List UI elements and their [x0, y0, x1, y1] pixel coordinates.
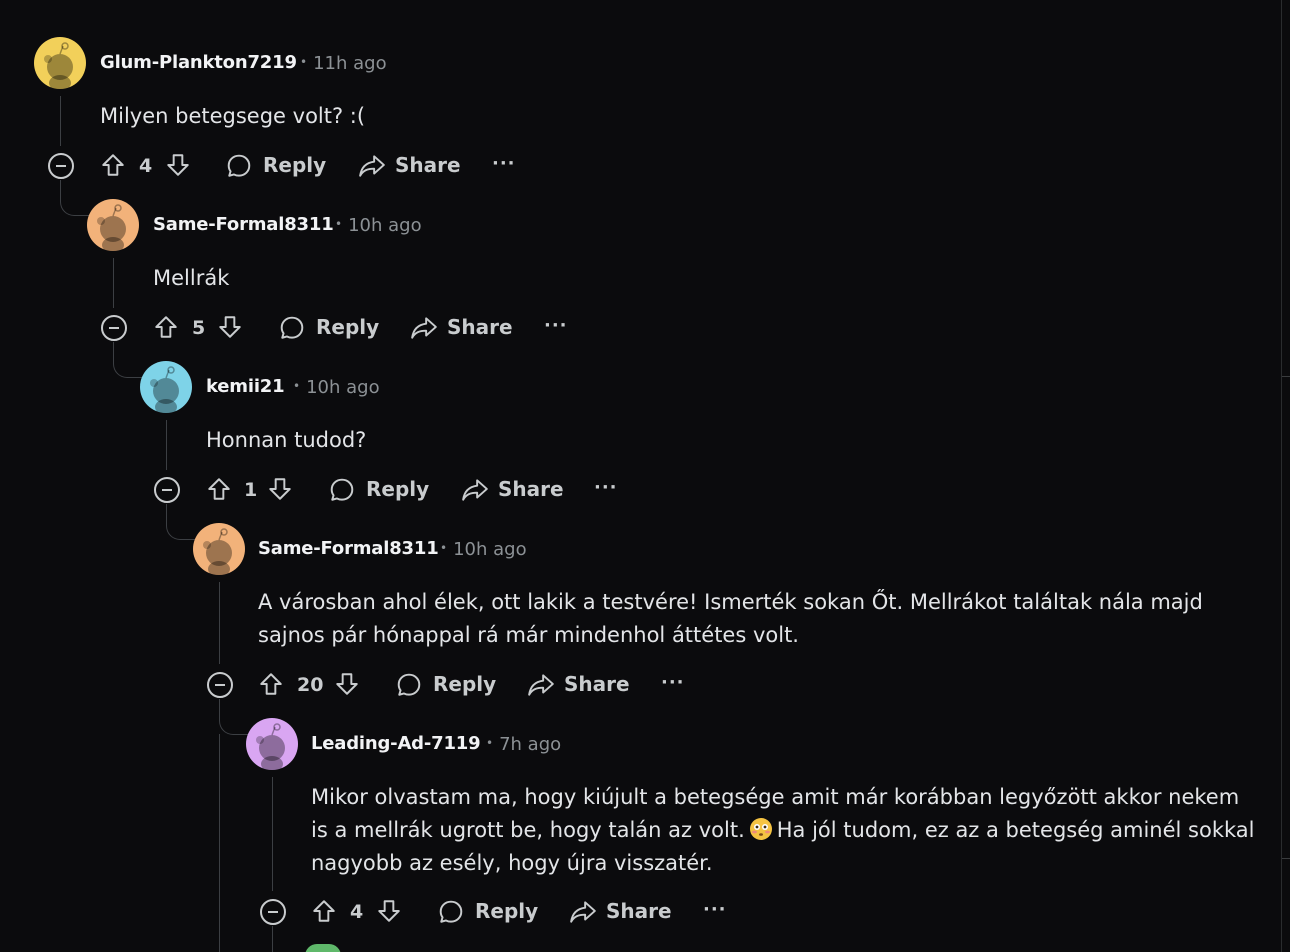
downvote-icon[interactable] [217, 314, 243, 340]
share-label: Share [606, 899, 672, 923]
share-icon [569, 899, 597, 925]
comment-body: Mellrák [153, 266, 230, 290]
comment-timestamp: • 10h ago [440, 539, 527, 560]
reply-label: Reply [433, 672, 497, 696]
scrollbar-marker [1282, 376, 1290, 377]
thread-line [113, 258, 114, 308]
share-button[interactable]: Share [461, 474, 564, 506]
reply-label: Reply [475, 899, 539, 923]
scrollbar-marker [1282, 858, 1290, 859]
thread-line [219, 734, 220, 952]
more-options-button[interactable]: ··· [492, 153, 516, 174]
reply-label: Reply [366, 477, 430, 501]
comment-author[interactable]: Same-Formal8311 [153, 214, 334, 235]
comment-timestamp: • 10h ago [335, 215, 422, 236]
reply-button[interactable]: Reply [438, 896, 538, 928]
reply-button[interactable]: Reply [279, 312, 379, 344]
more-options-button[interactable]: ··· [703, 899, 727, 920]
share-label: Share [395, 153, 461, 177]
downvote-icon[interactable] [334, 671, 360, 697]
thread-elbow [166, 504, 195, 540]
reply-button[interactable]: Reply [329, 474, 429, 506]
comment-body-line: nagyobb az esély, hogy újra visszatér. [311, 851, 713, 875]
reply-label: Reply [316, 315, 380, 339]
reply-button[interactable]: Reply [226, 150, 326, 182]
vote-count: 1 [244, 479, 258, 501]
comment-author[interactable]: Glum-Plankton7219 [100, 52, 297, 73]
upvote-icon[interactable] [258, 671, 284, 697]
share-icon [358, 153, 386, 179]
share-button[interactable]: Share [410, 312, 513, 344]
vote-count: 5 [192, 317, 206, 339]
comment-author[interactable]: kemii21 [206, 376, 285, 397]
reply-icon [329, 477, 355, 503]
comment-body: Milyen betegsege volt? :( [100, 104, 366, 128]
thread-elbow [60, 180, 89, 216]
thread-line [166, 420, 167, 470]
thread-line [219, 582, 220, 664]
thread-elbow [219, 699, 248, 735]
share-label: Share [498, 477, 564, 501]
share-icon [527, 672, 555, 698]
reply-icon [396, 672, 422, 698]
comment-author[interactable]: Same-Formal8311 [258, 538, 439, 559]
thread-line [60, 96, 61, 146]
vote-count: 4 [139, 155, 153, 177]
collapse-thread-button[interactable] [154, 477, 180, 503]
share-label: Share [564, 672, 630, 696]
upvote-icon[interactable] [100, 152, 126, 178]
collapse-thread-button[interactable] [101, 315, 127, 341]
downvote-icon[interactable] [165, 152, 191, 178]
comment-body-line: is a mellrák ugrott be, hogy talán az vo… [311, 814, 1255, 847]
reply-button[interactable]: Reply [396, 669, 496, 701]
comment-body-fragment: Ha jól tudom, ez az a betegség aminél so… [776, 818, 1255, 842]
downvote-icon[interactable] [267, 476, 293, 502]
reply-icon [438, 899, 464, 925]
upvote-icon[interactable] [311, 898, 337, 924]
share-button[interactable]: Share [569, 896, 672, 928]
reply-label: Reply [263, 153, 327, 177]
avatar[interactable] [246, 718, 298, 770]
reply-icon [226, 153, 252, 179]
comment-timestamp: • 11h ago [300, 53, 387, 74]
comment-body-line: sajnos pár hónappal rá már mindenhol átt… [258, 623, 799, 647]
share-icon [461, 477, 489, 503]
upvote-icon[interactable] [206, 476, 232, 502]
thread-elbow [113, 342, 142, 378]
avatar[interactable] [193, 523, 245, 575]
comment-body-line: Mikor olvastam ma, hogy kiújult a betegs… [311, 785, 1240, 809]
avatar[interactable] [140, 361, 192, 413]
vote-count: 4 [350, 901, 364, 923]
comment-author[interactable]: Leading-Ad-7119 [311, 733, 481, 754]
flushed-face-emoji-icon [749, 818, 772, 840]
thread-line [272, 777, 273, 891]
avatar[interactable] [34, 37, 86, 89]
reply-icon [279, 315, 305, 341]
more-options-button[interactable]: ··· [661, 672, 685, 693]
share-button[interactable]: Share [358, 150, 461, 182]
collapse-thread-button[interactable] [207, 672, 233, 698]
collapse-thread-button[interactable] [260, 899, 286, 925]
downvote-icon[interactable] [376, 898, 402, 924]
share-icon [410, 315, 438, 341]
thread-line [272, 926, 273, 952]
comment-timestamp: • 7h ago [486, 734, 562, 755]
avatar-partial [305, 944, 341, 952]
comment-timestamp: • 10h ago [293, 377, 380, 398]
collapse-thread-button[interactable] [48, 153, 74, 179]
share-button[interactable]: Share [527, 669, 630, 701]
comment-body-fragment: is a mellrák ugrott be, hogy talán az vo… [311, 818, 745, 842]
scrollbar-track[interactable] [1281, 0, 1282, 952]
more-options-button[interactable]: ··· [594, 477, 618, 498]
comment-body: Honnan tudod? [206, 428, 367, 452]
upvote-icon[interactable] [153, 314, 179, 340]
avatar[interactable] [87, 199, 139, 251]
comment-body-line: A városban ahol élek, ott lakik a testvé… [258, 590, 1203, 614]
more-options-button[interactable]: ··· [544, 315, 568, 336]
vote-count: 20 [297, 674, 324, 696]
share-label: Share [447, 315, 513, 339]
